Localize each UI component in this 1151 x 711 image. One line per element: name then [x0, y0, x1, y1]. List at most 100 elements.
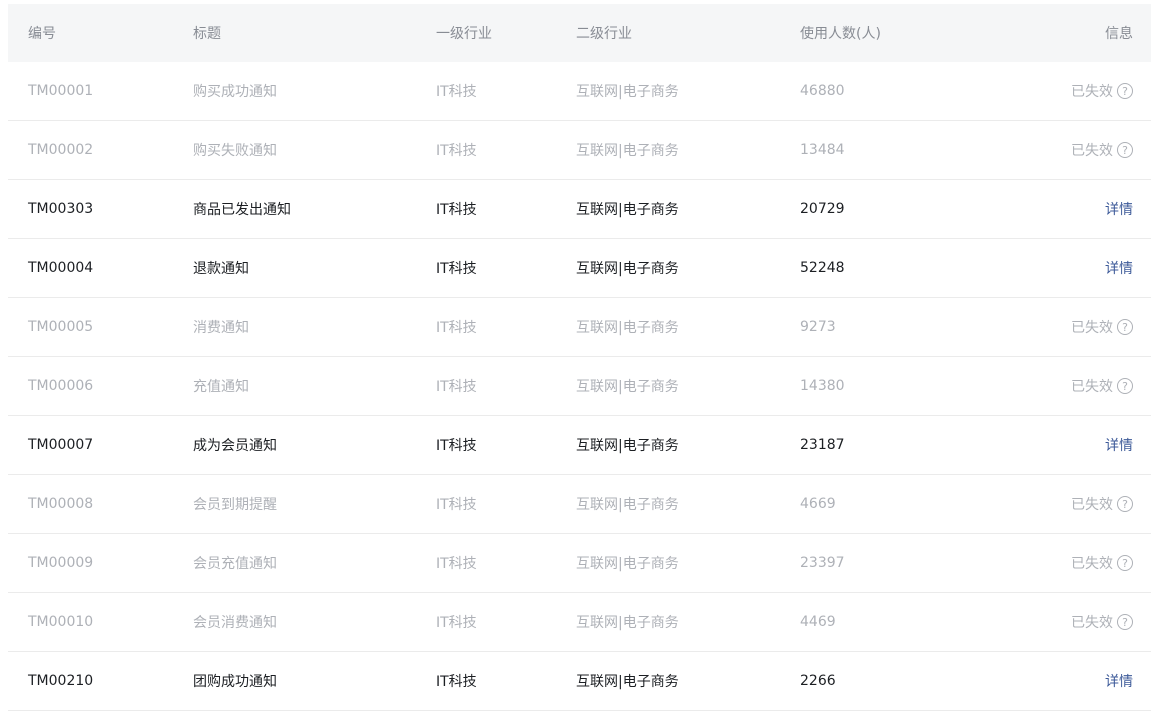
- column-header-industry1: 一级行业: [436, 26, 492, 42]
- question-circle-icon[interactable]: ?: [1117, 614, 1133, 630]
- cell-industry1: IT科技: [436, 438, 477, 454]
- cell-industry1: IT科技: [436, 556, 477, 572]
- table-row: TM00002 购买失败通知 IT科技 互联网|电子商务 13484 已失效 ?: [8, 121, 1151, 180]
- expired-label: 已失效: [1071, 615, 1113, 631]
- question-circle-icon[interactable]: ?: [1117, 496, 1133, 512]
- details-link[interactable]: 详情: [1105, 435, 1133, 455]
- cell-title: 消费通知: [193, 320, 249, 336]
- cell-industry2: 互联网|电子商务: [576, 202, 679, 218]
- cell-info: 已失效 ?: [1000, 494, 1151, 514]
- column-header-id: 编号: [28, 26, 56, 42]
- cell-id: TM00210: [28, 673, 94, 689]
- column-header-info-label: 信息: [1105, 26, 1133, 42]
- cell-industry2: 互联网|电子商务: [576, 556, 679, 572]
- cell-title: 会员到期提醒: [193, 497, 277, 513]
- column-header-users: 使用人数(人): [800, 26, 881, 42]
- cell-title: 会员充值通知: [193, 556, 277, 572]
- cell-users: 23187: [800, 437, 845, 453]
- question-circle-icon[interactable]: ?: [1117, 555, 1133, 571]
- cell-title: 退款通知: [193, 261, 249, 277]
- cell-users: 13484: [800, 142, 845, 158]
- details-link[interactable]: 详情: [1105, 258, 1133, 278]
- cell-users: 4469: [800, 614, 836, 630]
- cell-info: 已失效 ?: [1000, 376, 1151, 396]
- cell-info: 已失效 ?: [1000, 140, 1151, 160]
- cell-id: TM00008: [28, 496, 94, 512]
- table-row: TM00009 会员充值通知 IT科技 互联网|电子商务 23397 已失效 ?: [8, 534, 1151, 593]
- cell-info: 已失效 ?: [1000, 317, 1151, 337]
- expired-label: 已失效: [1071, 320, 1113, 336]
- expired-label: 已失效: [1071, 497, 1113, 513]
- question-circle-icon[interactable]: ?: [1117, 319, 1133, 335]
- cell-industry2: 互联网|电子商务: [576, 497, 679, 513]
- template-table: 编号 标题 一级行业 二级行业 使用人数(人) 信息 TM00001 购买成功通…: [8, 4, 1151, 711]
- cell-id: TM00303: [28, 201, 94, 217]
- cell-users: 20729: [800, 201, 845, 217]
- cell-industry2: 互联网|电子商务: [576, 674, 679, 690]
- table-row: TM00010 会员消费通知 IT科技 互联网|电子商务 4469 已失效 ?: [8, 593, 1151, 652]
- table-row: TM00006 充值通知 IT科技 互联网|电子商务 14380 已失效 ?: [8, 357, 1151, 416]
- cell-industry2: 互联网|电子商务: [576, 438, 679, 454]
- cell-industry1: IT科技: [436, 674, 477, 690]
- cell-info: 详情 ?: [1000, 435, 1151, 455]
- cell-info: 详情 ?: [1000, 258, 1151, 278]
- question-circle-icon[interactable]: ?: [1117, 83, 1133, 99]
- cell-industry1: IT科技: [436, 615, 477, 631]
- cell-industry2: 互联网|电子商务: [576, 143, 679, 159]
- cell-title: 充值通知: [193, 379, 249, 395]
- cell-users: 4669: [800, 496, 836, 512]
- table-row: TM00210 团购成功通知 IT科技 互联网|电子商务 2266 详情 ?: [8, 652, 1151, 711]
- cell-title: 商品已发出通知: [193, 202, 291, 218]
- cell-id: TM00001: [28, 83, 94, 99]
- cell-users: 52248: [800, 260, 845, 276]
- cell-industry2: 互联网|电子商务: [576, 261, 679, 277]
- table-row: TM00008 会员到期提醒 IT科技 互联网|电子商务 4669 已失效 ?: [8, 475, 1151, 534]
- cell-industry2: 互联网|电子商务: [576, 320, 679, 336]
- cell-info: 详情 ?: [1000, 671, 1151, 691]
- cell-id: TM00009: [28, 555, 94, 571]
- cell-info: 详情 ?: [1000, 199, 1151, 219]
- cell-title: 购买成功通知: [193, 84, 277, 100]
- cell-users: 9273: [800, 319, 836, 335]
- cell-users: 2266: [800, 673, 836, 689]
- cell-industry2: 互联网|电子商务: [576, 379, 679, 395]
- table-body: TM00001 购买成功通知 IT科技 互联网|电子商务 46880 已失效 ?…: [8, 62, 1151, 711]
- cell-id: TM00010: [28, 614, 94, 630]
- cell-industry1: IT科技: [436, 379, 477, 395]
- cell-title: 购买失败通知: [193, 143, 277, 159]
- cell-users: 14380: [800, 378, 845, 394]
- cell-id: TM00007: [28, 437, 94, 453]
- cell-users: 46880: [800, 83, 845, 99]
- question-circle-icon[interactable]: ?: [1117, 378, 1133, 394]
- cell-industry1: IT科技: [436, 320, 477, 336]
- cell-info: 已失效 ?: [1000, 553, 1151, 573]
- details-link[interactable]: 详情: [1105, 199, 1133, 219]
- question-circle-icon[interactable]: ?: [1117, 142, 1133, 158]
- cell-industry2: 互联网|电子商务: [576, 615, 679, 631]
- table-row: TM00303 商品已发出通知 IT科技 互联网|电子商务 20729 详情 ?: [8, 180, 1151, 239]
- expired-label: 已失效: [1071, 84, 1113, 100]
- cell-industry1: IT科技: [436, 497, 477, 513]
- cell-id: TM00005: [28, 319, 94, 335]
- cell-id: TM00002: [28, 142, 94, 158]
- cell-industry1: IT科技: [436, 143, 477, 159]
- cell-info: 已失效 ?: [1000, 612, 1151, 632]
- cell-title: 成为会员通知: [193, 438, 277, 454]
- cell-industry1: IT科技: [436, 202, 477, 218]
- cell-title: 团购成功通知: [193, 674, 277, 690]
- cell-industry1: IT科技: [436, 261, 477, 277]
- details-link[interactable]: 详情: [1105, 671, 1133, 691]
- column-header-industry2: 二级行业: [576, 26, 632, 42]
- cell-title: 会员消费通知: [193, 615, 277, 631]
- column-header-title: 标题: [193, 26, 221, 42]
- cell-info: 已失效 ?: [1000, 81, 1151, 101]
- column-header-info: 信息: [1000, 23, 1151, 43]
- table-header: 编号 标题 一级行业 二级行业 使用人数(人) 信息: [8, 4, 1151, 62]
- table-row: TM00005 消费通知 IT科技 互联网|电子商务 9273 已失效 ?: [8, 298, 1151, 357]
- table-row: TM00007 成为会员通知 IT科技 互联网|电子商务 23187 详情 ?: [8, 416, 1151, 475]
- cell-id: TM00006: [28, 378, 94, 394]
- expired-label: 已失效: [1071, 143, 1113, 159]
- cell-industry1: IT科技: [436, 84, 477, 100]
- table-row: TM00004 退款通知 IT科技 互联网|电子商务 52248 详情 ?: [8, 239, 1151, 298]
- expired-label: 已失效: [1071, 556, 1113, 572]
